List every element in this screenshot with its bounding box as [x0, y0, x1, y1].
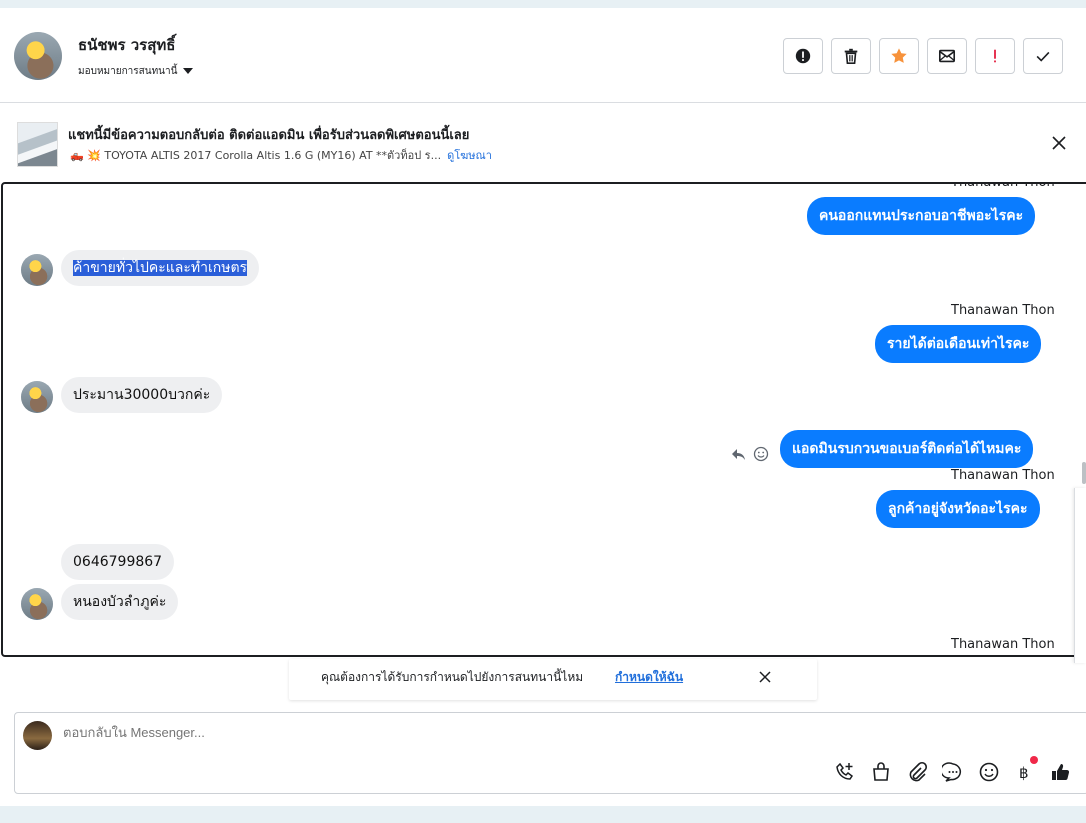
conversation-header: ธนัชพร วรสุทธิ์ มอบหมายการสนทนานี้: [0, 8, 1086, 103]
exclamation-icon: [994, 49, 996, 63]
sender-name: Thanawan Thon: [951, 182, 1055, 190]
mark-unread-button[interactable]: [927, 38, 967, 74]
close-icon[interactable]: [757, 669, 773, 685]
call-add-icon: [836, 762, 854, 780]
emoji-button[interactable]: [978, 761, 1000, 783]
assign-suggestion-toast: คุณต้องการได้รับการกำหนดไปยังการสนทนานี้…: [289, 659, 817, 700]
ad-thumbnail[interactable]: [17, 122, 58, 167]
suggestion-text: คุณต้องการได้รับการกำหนดไปยังการสนทนานี้…: [321, 670, 584, 684]
close-icon[interactable]: [1050, 134, 1068, 152]
incoming-message[interactable]: ประมาน30000บวกค่ะ: [61, 377, 223, 413]
saved-reply-icon: [940, 762, 962, 782]
mail-icon: [938, 49, 956, 63]
sender-name: Thanawan Thon: [951, 637, 1055, 652]
message-thread[interactable]: Thanawan Thon คนออกแทนประกอบอาชีพอะไรคะ …: [1, 182, 1086, 657]
outgoing-message[interactable]: ลูกค้าอยู่จังหวัดอะไรคะ: [876, 490, 1040, 528]
outgoing-message[interactable]: แอดมินรบกวนขอเบอร์ติดต่อได้ไหมคะ: [780, 430, 1034, 468]
paperclip-icon: [909, 761, 928, 782]
star-button[interactable]: [879, 38, 919, 74]
incoming-message[interactable]: ค้าขายทั่วไปคะและทำเกษตร: [61, 250, 260, 286]
thumbs-up-icon: [1052, 764, 1070, 781]
ad-reference-banner: แชทนี้มีข้อความตอบกลับต่อ ติดต่อแอดมิน เ…: [0, 104, 1086, 182]
mark-done-button[interactable]: [1023, 38, 1063, 74]
saved-reply-button[interactable]: [940, 761, 964, 783]
side-panel-edge: [1074, 488, 1086, 663]
delete-button[interactable]: [831, 38, 871, 74]
contact-avatar-small: [21, 588, 53, 620]
ad-title: แชทนี้มีข้อความตอบกลับต่อ ติดต่อแอดมิน เ…: [68, 128, 470, 143]
contact-avatar-small: [21, 381, 53, 413]
emoji-reaction-icon[interactable]: [753, 446, 769, 462]
inbox-conversation-view: ธนัชพร วรสุทธิ์ มอบหมายการสนทนานี้ แชทนี…: [0, 0, 1086, 823]
report-icon: [795, 48, 811, 64]
payment-button[interactable]: ฿: [1014, 761, 1036, 783]
notification-dot: [1030, 756, 1038, 764]
reply-input[interactable]: [63, 725, 963, 740]
shop-button[interactable]: [870, 761, 892, 783]
reply-icon[interactable]: [730, 446, 746, 462]
assign-to-me-link[interactable]: กำหนดให้ฉัน: [615, 668, 683, 687]
outgoing-message[interactable]: คนออกแทนประกอบอาชีพอะไรคะ: [807, 197, 1036, 235]
report-button[interactable]: [783, 38, 823, 74]
emoji-icon: [979, 762, 999, 782]
view-ad-link[interactable]: ดูโฆษณา: [447, 149, 492, 162]
page-avatar: [23, 721, 52, 750]
svg-text:฿: ฿: [1019, 764, 1029, 782]
selected-text: ค้าขายทั่วไปคะและทำเกษตร: [73, 260, 248, 276]
call-add-button[interactable]: [834, 761, 856, 783]
caret-down-icon: [183, 68, 194, 74]
check-icon: [1036, 51, 1050, 62]
baht-icon: ฿: [1019, 764, 1029, 782]
shopping-bag-icon: [873, 762, 889, 781]
trash-icon: [844, 48, 858, 65]
star-icon: [891, 48, 907, 63]
contact-name[interactable]: ธนัชพร วรสุทธิ์: [78, 33, 175, 57]
reply-composer: ฿: [14, 712, 1086, 794]
sender-name: Thanawan Thon: [951, 468, 1055, 483]
outgoing-message[interactable]: รายได้ต่อเดือนเท่าไรคะ: [875, 325, 1042, 363]
attach-button[interactable]: [906, 761, 928, 783]
assign-conversation-dropdown[interactable]: มอบหมายการสนทนานี้: [78, 64, 194, 79]
ad-description: 🛻 💥 TOYOTA ALTIS 2017 Corolla Altis 1.6 …: [70, 149, 442, 162]
scrollbar-thumb[interactable]: [1082, 462, 1086, 484]
contact-avatar[interactable]: [14, 32, 62, 80]
like-button[interactable]: [1049, 761, 1071, 783]
contact-avatar-small: [21, 254, 53, 286]
incoming-message[interactable]: 0646799867: [61, 544, 175, 580]
sender-name: Thanawan Thon: [951, 303, 1055, 318]
assign-label: มอบหมายการสนทนานี้: [78, 66, 178, 77]
incoming-message[interactable]: หนองบัวลำภูค่ะ: [61, 584, 179, 620]
mark-important-button[interactable]: [975, 38, 1015, 74]
ad-subtitle: 🛻 💥 TOYOTA ALTIS 2017 Corolla Altis 1.6 …: [70, 146, 492, 164]
